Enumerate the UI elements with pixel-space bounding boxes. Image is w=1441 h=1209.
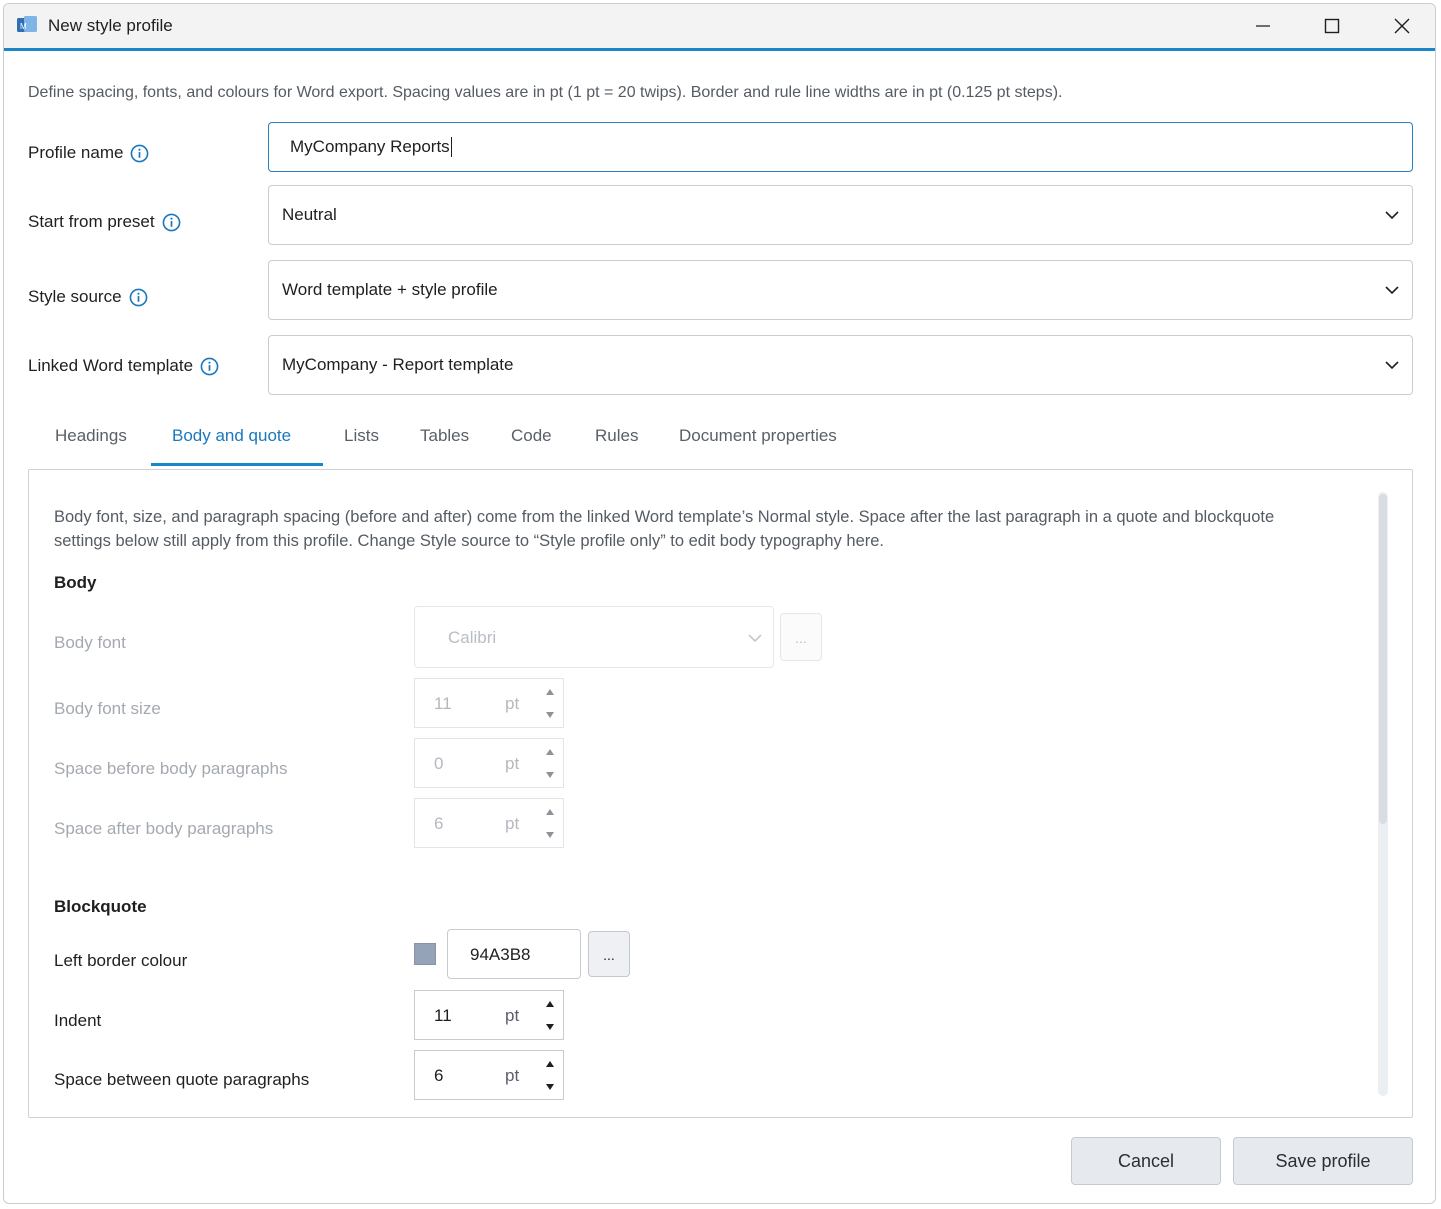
maximize-icon [1324,18,1340,34]
body-font-dropdown[interactable]: Calibri [414,606,774,668]
svg-text:M: M [20,22,27,31]
space-before-label: Space before body paragraphs [54,759,288,778]
chevron-down-icon [1385,361,1399,370]
chevron-down-icon [748,634,762,643]
colour-swatch[interactable] [414,943,436,965]
indent-stepper[interactable]: 11 pt [414,990,564,1040]
title-accent-bar [4,48,1435,51]
caret-up-icon [546,689,554,695]
caret-down-icon [546,712,554,718]
increment-button[interactable] [539,741,561,763]
window-title: New style profile [48,16,173,35]
tab-tables[interactable]: Tables [420,426,469,446]
title-bar: M New style profile [4,4,1435,51]
active-tab-indicator [151,463,323,466]
space-between-quote-stepper[interactable]: 6 pt [414,1050,564,1100]
caret-up-icon [546,809,554,815]
tab-code[interactable]: Code [511,426,552,446]
text-caret [450,137,452,157]
app-icon: M [17,16,37,32]
start-preset-label: Start from preset [28,212,181,232]
border-colour-picker-button[interactable]: ... [588,931,630,977]
increment-button[interactable] [539,993,561,1015]
start-preset-dropdown[interactable]: Neutral [268,185,1413,245]
linked-template-dropdown[interactable]: MyCompany - Report template [268,335,1413,395]
linked-template-label: Linked Word template [28,356,219,376]
tab-rules[interactable]: Rules [595,426,638,446]
caret-down-icon [546,1024,554,1030]
tab-document-properties[interactable]: Document properties [679,426,837,446]
maximize-button[interactable] [1297,4,1367,48]
caret-down-icon [546,832,554,838]
body-font-size-stepper[interactable]: 11 pt [414,678,564,728]
decrement-button[interactable] [539,1076,561,1098]
decrement-button[interactable] [539,764,561,786]
caret-down-icon [546,772,554,778]
style-source-dropdown[interactable]: Word template + style profile [268,260,1413,320]
body-font-label: Body font [54,633,126,652]
caret-up-icon [546,749,554,755]
minimize-button[interactable] [1228,4,1298,48]
increment-button[interactable] [539,801,561,823]
tab-headings[interactable]: Headings [55,426,127,446]
space-after-stepper[interactable]: 6 pt [414,798,564,848]
space-between-quote-label: Space between quote paragraphs [54,1070,310,1089]
decrement-button[interactable] [539,704,561,726]
profile-name-input[interactable]: MyCompany Reports [268,122,1413,172]
info-icon[interactable] [130,144,149,163]
close-icon [1394,18,1410,34]
info-icon[interactable] [129,288,148,307]
panel-note: Body font, size, and paragraph spacing (… [54,508,1275,550]
left-border-colour-label: Left border colour [54,951,188,970]
caret-up-icon [546,1001,554,1007]
dialog-description: Define spacing, fonts, and colours for W… [28,84,1063,101]
profile-name-label: Profile name [28,143,149,163]
caret-up-icon [546,1061,554,1067]
save-profile-button[interactable]: Save profile [1233,1137,1413,1185]
decrement-button[interactable] [539,1016,561,1038]
blockquote-section-heading: Blockquote [54,897,147,916]
increment-button[interactable] [539,1053,561,1075]
chevron-down-icon [1385,286,1399,295]
body-font-browse-button[interactable]: ... [780,613,822,661]
body-section-heading: Body [54,573,97,592]
caret-down-icon [546,1084,554,1090]
tab-lists[interactable]: Lists [344,426,379,446]
info-icon[interactable] [200,357,219,376]
space-after-label: Space after body paragraphs [54,819,274,838]
style-source-label: Style source [28,287,148,307]
close-button[interactable] [1367,4,1435,48]
dialog-window: M New style profile Define spacing, font… [3,3,1436,1204]
minimize-icon [1256,25,1270,27]
indent-label: Indent [54,1011,102,1030]
tab-body-and-quote[interactable]: Body and quote [172,426,291,446]
increment-button[interactable] [539,681,561,703]
tab-panel-body-and-quote: Body font, size, and paragraph spacing (… [28,469,1413,1118]
chevron-down-icon [1385,211,1399,220]
space-before-stepper[interactable]: 0 pt [414,738,564,788]
decrement-button[interactable] [539,824,561,846]
info-icon[interactable] [162,213,181,232]
body-font-size-label: Body font size [54,699,161,718]
border-colour-hex-input[interactable]: 94A3B8 [447,929,581,979]
scrollbar-thumb[interactable] [1379,494,1387,824]
cancel-button[interactable]: Cancel [1071,1137,1221,1185]
